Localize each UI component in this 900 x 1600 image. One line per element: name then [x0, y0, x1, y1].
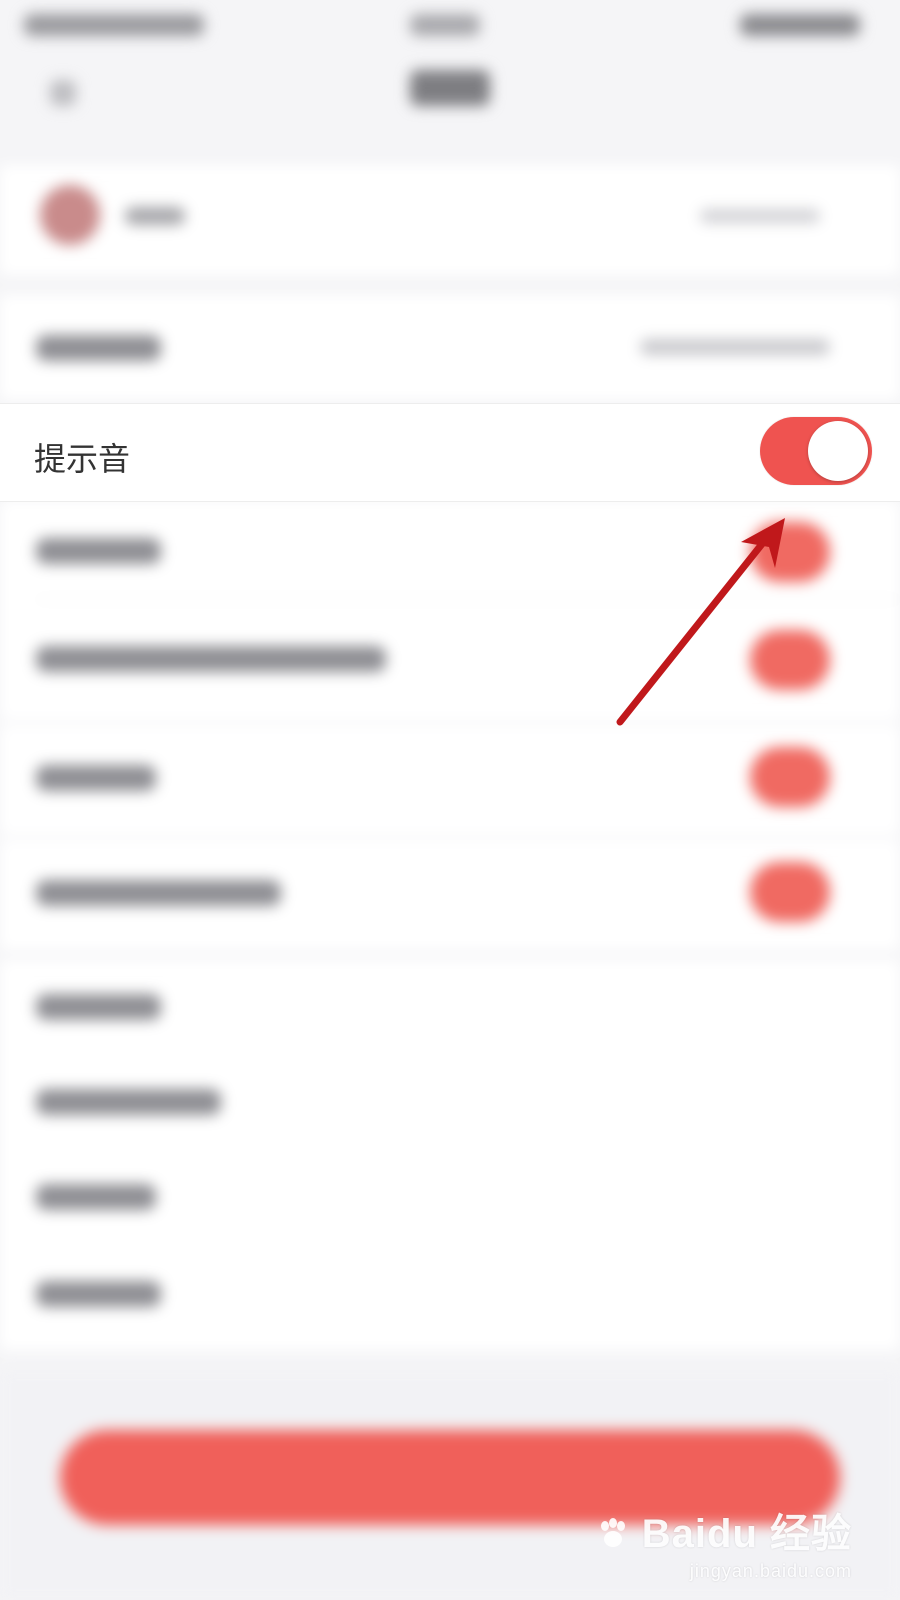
sound-setting-label: 提示音 — [34, 440, 131, 478]
setting-row — [0, 1150, 900, 1245]
setting-row — [0, 295, 900, 400]
baidu-watermark: Baidu 经验 jingyan.baidu.com — [596, 1501, 852, 1582]
toggle-knob — [808, 421, 868, 481]
watermark-brand: Baidu 经验 — [641, 1512, 852, 1556]
setting-row — [0, 600, 900, 720]
setting-row — [0, 1245, 900, 1350]
setting-row — [0, 500, 900, 600]
setting-row — [0, 840, 900, 950]
setting-row — [0, 1055, 900, 1150]
baidu-paw-icon — [596, 1512, 642, 1556]
profile-row — [0, 165, 900, 275]
nav-bar — [0, 60, 900, 150]
status-bar — [0, 0, 900, 60]
setting-row — [0, 725, 900, 835]
watermark-url: jingyan.baidu.com — [689, 1561, 852, 1581]
setting-row — [0, 960, 900, 1055]
sound-toggle-switch[interactable] — [760, 417, 872, 485]
